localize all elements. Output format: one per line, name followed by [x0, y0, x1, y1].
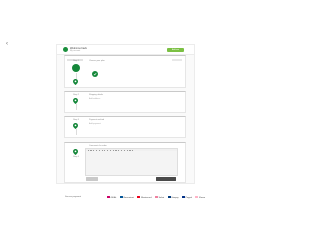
payment-methods: iDEAL Bancontact Mastercard Sofort Giropay Pa…: [107, 195, 209, 200]
cancel-button[interactable]: [86, 177, 98, 181]
payment-logo: Paypal: [182, 195, 192, 200]
payment-logo-mark: [154, 195, 158, 198]
payment-logo: Bancontact: [119, 195, 134, 200]
step-card-plan: Step 1 Choose your plan: [64, 55, 186, 88]
payment-logo: Klarna: [195, 195, 206, 200]
step-card-shipping: Step 2 Shipping details Add address: [64, 91, 186, 113]
payment-logo-label: Klarna: [199, 196, 206, 199]
payment-logo-mark: [107, 195, 110, 198]
add-new-button[interactable]: Add new: [167, 48, 184, 52]
user-menu[interactable]: Welcome back My account: [70, 47, 87, 53]
step-label: Step 1: [73, 60, 79, 62]
payment-logo-label: Mastercard: [141, 196, 152, 199]
user-sub: My account: [70, 49, 81, 52]
step-indicator-dot: [72, 64, 80, 72]
top-bar: Welcome back My account Add new: [57, 45, 194, 55]
step-connector: [75, 129, 76, 135]
step-title: Shipping details: [89, 94, 104, 96]
step-title: Payment method: [89, 119, 105, 121]
step-detail[interactable]: Add address: [89, 98, 100, 100]
step-connector: [75, 104, 76, 110]
payment-logo: iDEAL: [107, 195, 117, 200]
step-label: Step 4: [73, 156, 79, 158]
submit-button[interactable]: [156, 177, 176, 181]
payment-logo-mark: [182, 195, 185, 198]
payment-logo: Sofort: [154, 195, 165, 200]
comment-textarea[interactable]: [85, 151, 178, 176]
payment-logo-label: iDEAL: [110, 196, 117, 199]
card-header-meta: [172, 59, 182, 61]
footer-label: Secure payment: [65, 196, 81, 198]
payment-logo: Giropay: [167, 195, 179, 200]
back-chevron-icon[interactable]: ‹: [6, 41, 8, 47]
brand-logo[interactable]: [63, 47, 68, 52]
location-pin-icon: [73, 79, 78, 85]
payment-logo-label: Paypal: [185, 196, 192, 199]
payment-logo-mark: [195, 195, 199, 198]
location-pin-icon: [73, 149, 78, 155]
payment-logo-label: Giropay: [171, 196, 179, 199]
payment-logo-label: Bancontact: [123, 196, 134, 199]
step-label: Step 2: [73, 94, 79, 96]
selected-option-icon[interactable]: [92, 71, 98, 77]
payment-logo-label: Sofort: [158, 196, 165, 199]
step-label: Step 3: [73, 119, 79, 121]
payment-logo: Mastercard: [137, 195, 152, 200]
step-card-payment: Step 3 Payment method Add payment: [64, 116, 186, 138]
payment-logo-mark: [119, 195, 123, 198]
step-title: Choose your plan: [89, 59, 105, 62]
step-detail[interactable]: Add payment: [89, 123, 101, 125]
